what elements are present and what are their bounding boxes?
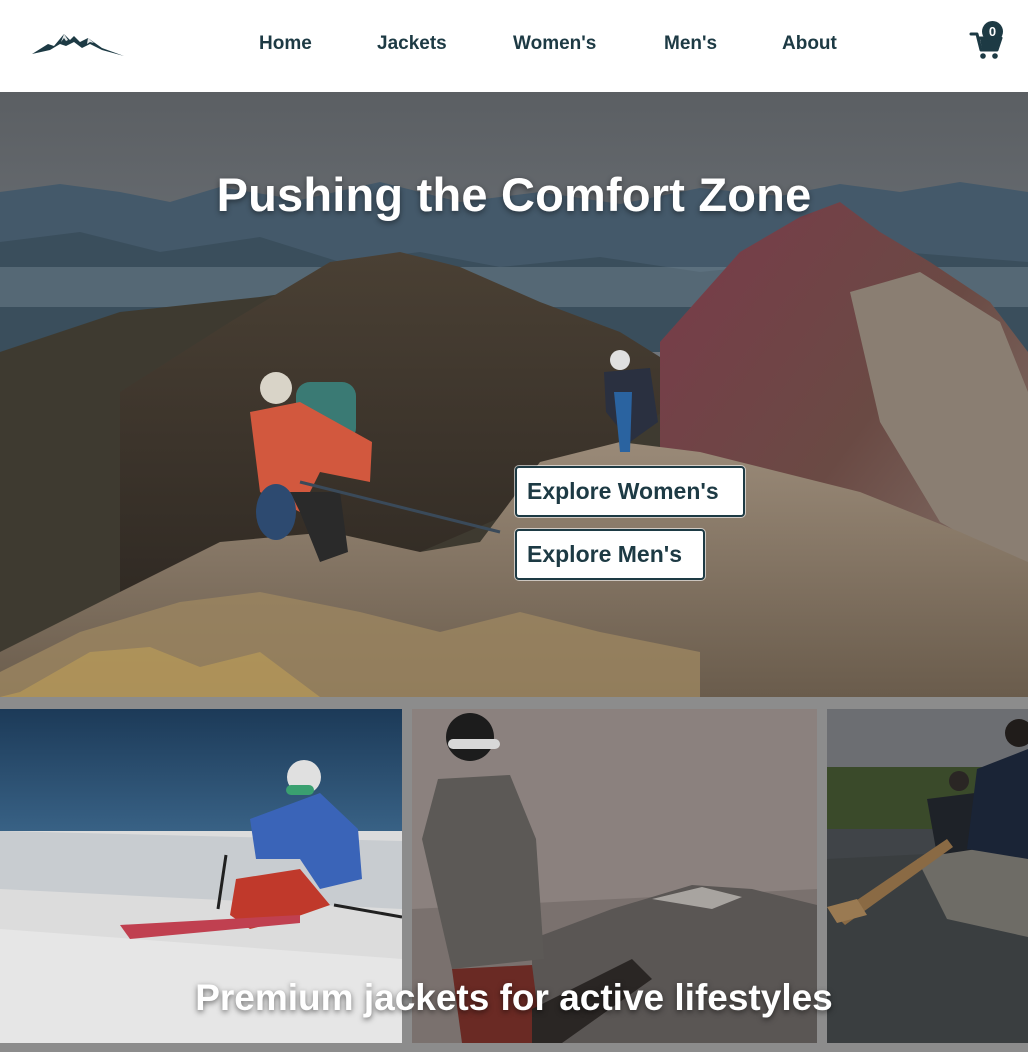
main-nav: Home Jackets Women's Men's About — [0, 0, 1028, 92]
nav-womens-link[interactable]: Women's — [513, 33, 596, 55]
explore-mens-button[interactable]: Explore Men's — [515, 529, 705, 580]
hero-banner: Pushing the Comfort Zone Explore Women's… — [0, 92, 1028, 697]
gallery-tagline: Premium jackets for active lifestyles — [195, 977, 833, 1018]
site-header: Home Jackets Women's Men's About 0 — [0, 0, 1028, 92]
nav-home-link[interactable]: Home — [259, 33, 312, 55]
cart-count-badge: 0 — [982, 21, 1003, 42]
nav-jackets-link[interactable]: Jackets — [377, 33, 447, 55]
nav-mens-link[interactable]: Men's — [664, 33, 717, 55]
lifestyle-gallery: Premium jackets for active lifestyles — [0, 697, 1028, 1052]
explore-womens-button[interactable]: Explore Women's — [515, 466, 745, 517]
hero-title: Pushing the Comfort Zone — [216, 168, 812, 221]
tagline-wrap: Premium jackets for active lifestyles — [0, 977, 1028, 1019]
nav-about-link[interactable]: About — [782, 33, 837, 55]
